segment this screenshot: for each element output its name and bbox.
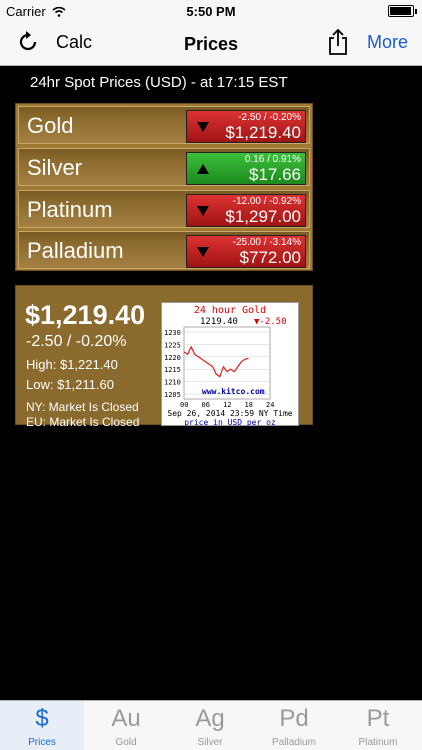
share-icon[interactable] (327, 28, 349, 56)
palladium-symbol-icon: Pd (279, 705, 309, 732)
spot-prices-header: 24hr Spot Prices (USD) - at 17:15 EST (30, 74, 288, 91)
y-tick-label: 1215 (164, 366, 181, 374)
price-value: $1,297.00 (225, 207, 301, 226)
down-arrow-icon (197, 247, 209, 257)
price-row-gold[interactable]: Gold -2.50 / -0.20% $1,219.40 (18, 106, 310, 144)
summary-high: High: $1,221.40 (26, 357, 118, 372)
down-arrow-icon (197, 122, 209, 132)
refresh-icon[interactable] (16, 30, 40, 54)
more-button[interactable]: More (367, 32, 408, 53)
tab-platinum[interactable]: Pt Platinum (336, 701, 420, 750)
tab-gold[interactable]: Au Gold (84, 701, 168, 750)
up-arrow-icon (197, 164, 209, 174)
y-tick-label: 1225 (164, 341, 181, 349)
summary-change: -2.50 / -0.20% (26, 333, 127, 350)
eu-market-status: EU: Market Is Closed (26, 415, 140, 429)
chart-footer: Sep 26, 2014 23:59 NY Time (167, 409, 293, 418)
price-box: -25.00 / -3.14% $772.00 (186, 235, 306, 268)
price-box: -12.00 / -0.92% $1,297.00 (186, 194, 306, 227)
gold-summary-panel: $1,219.40 -2.50 / -0.20% High: $1,221.40… (15, 285, 313, 429)
x-tick-label: 24 (266, 401, 274, 409)
tab-label: Gold (115, 737, 137, 748)
price-change: -25.00 / -3.14% (232, 237, 301, 248)
summary-price: $1,219.40 (25, 300, 146, 330)
price-change: -12.00 / -0.92% (232, 196, 301, 207)
metal-name: Gold (27, 113, 74, 138)
price-change: 0.16 / 0.91% (244, 154, 301, 165)
price-value: $1,219.40 (225, 123, 301, 142)
metal-name: Silver (27, 155, 83, 180)
y-tick-label: 1205 (164, 391, 181, 399)
tab-bar: $ Prices Au Gold Ag Silver Pd Palladium … (0, 700, 422, 750)
navigation-bar: Calc Prices More (0, 22, 422, 66)
price-value: $772.00 (239, 248, 301, 267)
tab-silver[interactable]: Ag Silver (168, 701, 252, 750)
x-tick-label: 06 (202, 401, 210, 409)
price-value: $17.66 (249, 165, 301, 184)
price-row-silver[interactable]: Silver 0.16 / 0.91% $17.66 (18, 148, 310, 186)
gold-symbol-icon: Au (111, 705, 141, 732)
tab-prices[interactable]: $ Prices (0, 701, 84, 750)
price-change: -2.50 / -0.20% (238, 112, 301, 123)
x-tick-label: 18 (245, 401, 253, 409)
x-tick-label: 12 (223, 401, 231, 409)
ny-market-status: NY: Market Is Closed (26, 400, 139, 414)
chart-note: price in USD per oz (184, 418, 276, 427)
metal-name: Palladium (27, 238, 124, 263)
y-tick-label: 1220 (164, 354, 181, 362)
y-tick-label: 1230 (164, 329, 181, 337)
calc-button[interactable]: Calc (56, 32, 92, 53)
tab-label: Prices (28, 737, 56, 748)
gold-24hr-chart[interactable]: 24 hour Gold 1219.40 ▼-2.50 1230 1225 1220… (161, 302, 299, 427)
gold-price-line (183, 345, 249, 378)
chart-brand: www.kitco.com (202, 387, 265, 396)
prices-panel: Gold -2.50 / -0.20% $1,219.40 Silver 0.1… (15, 103, 313, 271)
price-row-platinum[interactable]: Platinum -12.00 / -0.92% $1,297.00 (18, 190, 310, 228)
summary-low: Low: $1,211.60 (26, 377, 114, 392)
dollar-icon: $ (35, 705, 49, 732)
price-box: -2.50 / -0.20% $1,219.40 (186, 110, 306, 143)
battery-icon (388, 5, 417, 17)
tab-label: Silver (197, 737, 223, 748)
tab-label: Platinum (358, 737, 398, 748)
price-row-palladium[interactable]: Palladium -25.00 / -3.14% $772.00 (18, 231, 310, 269)
platinum-symbol-icon: Pt (366, 705, 390, 732)
x-tick-label: 00 (180, 401, 188, 409)
tab-palladium[interactable]: Pd Palladium (252, 701, 336, 750)
y-tick-label: 1210 (164, 379, 181, 387)
status-bar: Carrier 5:50 PM (0, 0, 422, 22)
price-box: 0.16 / 0.91% $17.66 (186, 152, 306, 185)
tab-label: Palladium (272, 737, 316, 748)
down-arrow-icon (197, 206, 209, 216)
metal-name: Platinum (27, 197, 113, 222)
silver-symbol-icon: Ag (195, 705, 225, 732)
status-time: 5:50 PM (186, 4, 236, 19)
